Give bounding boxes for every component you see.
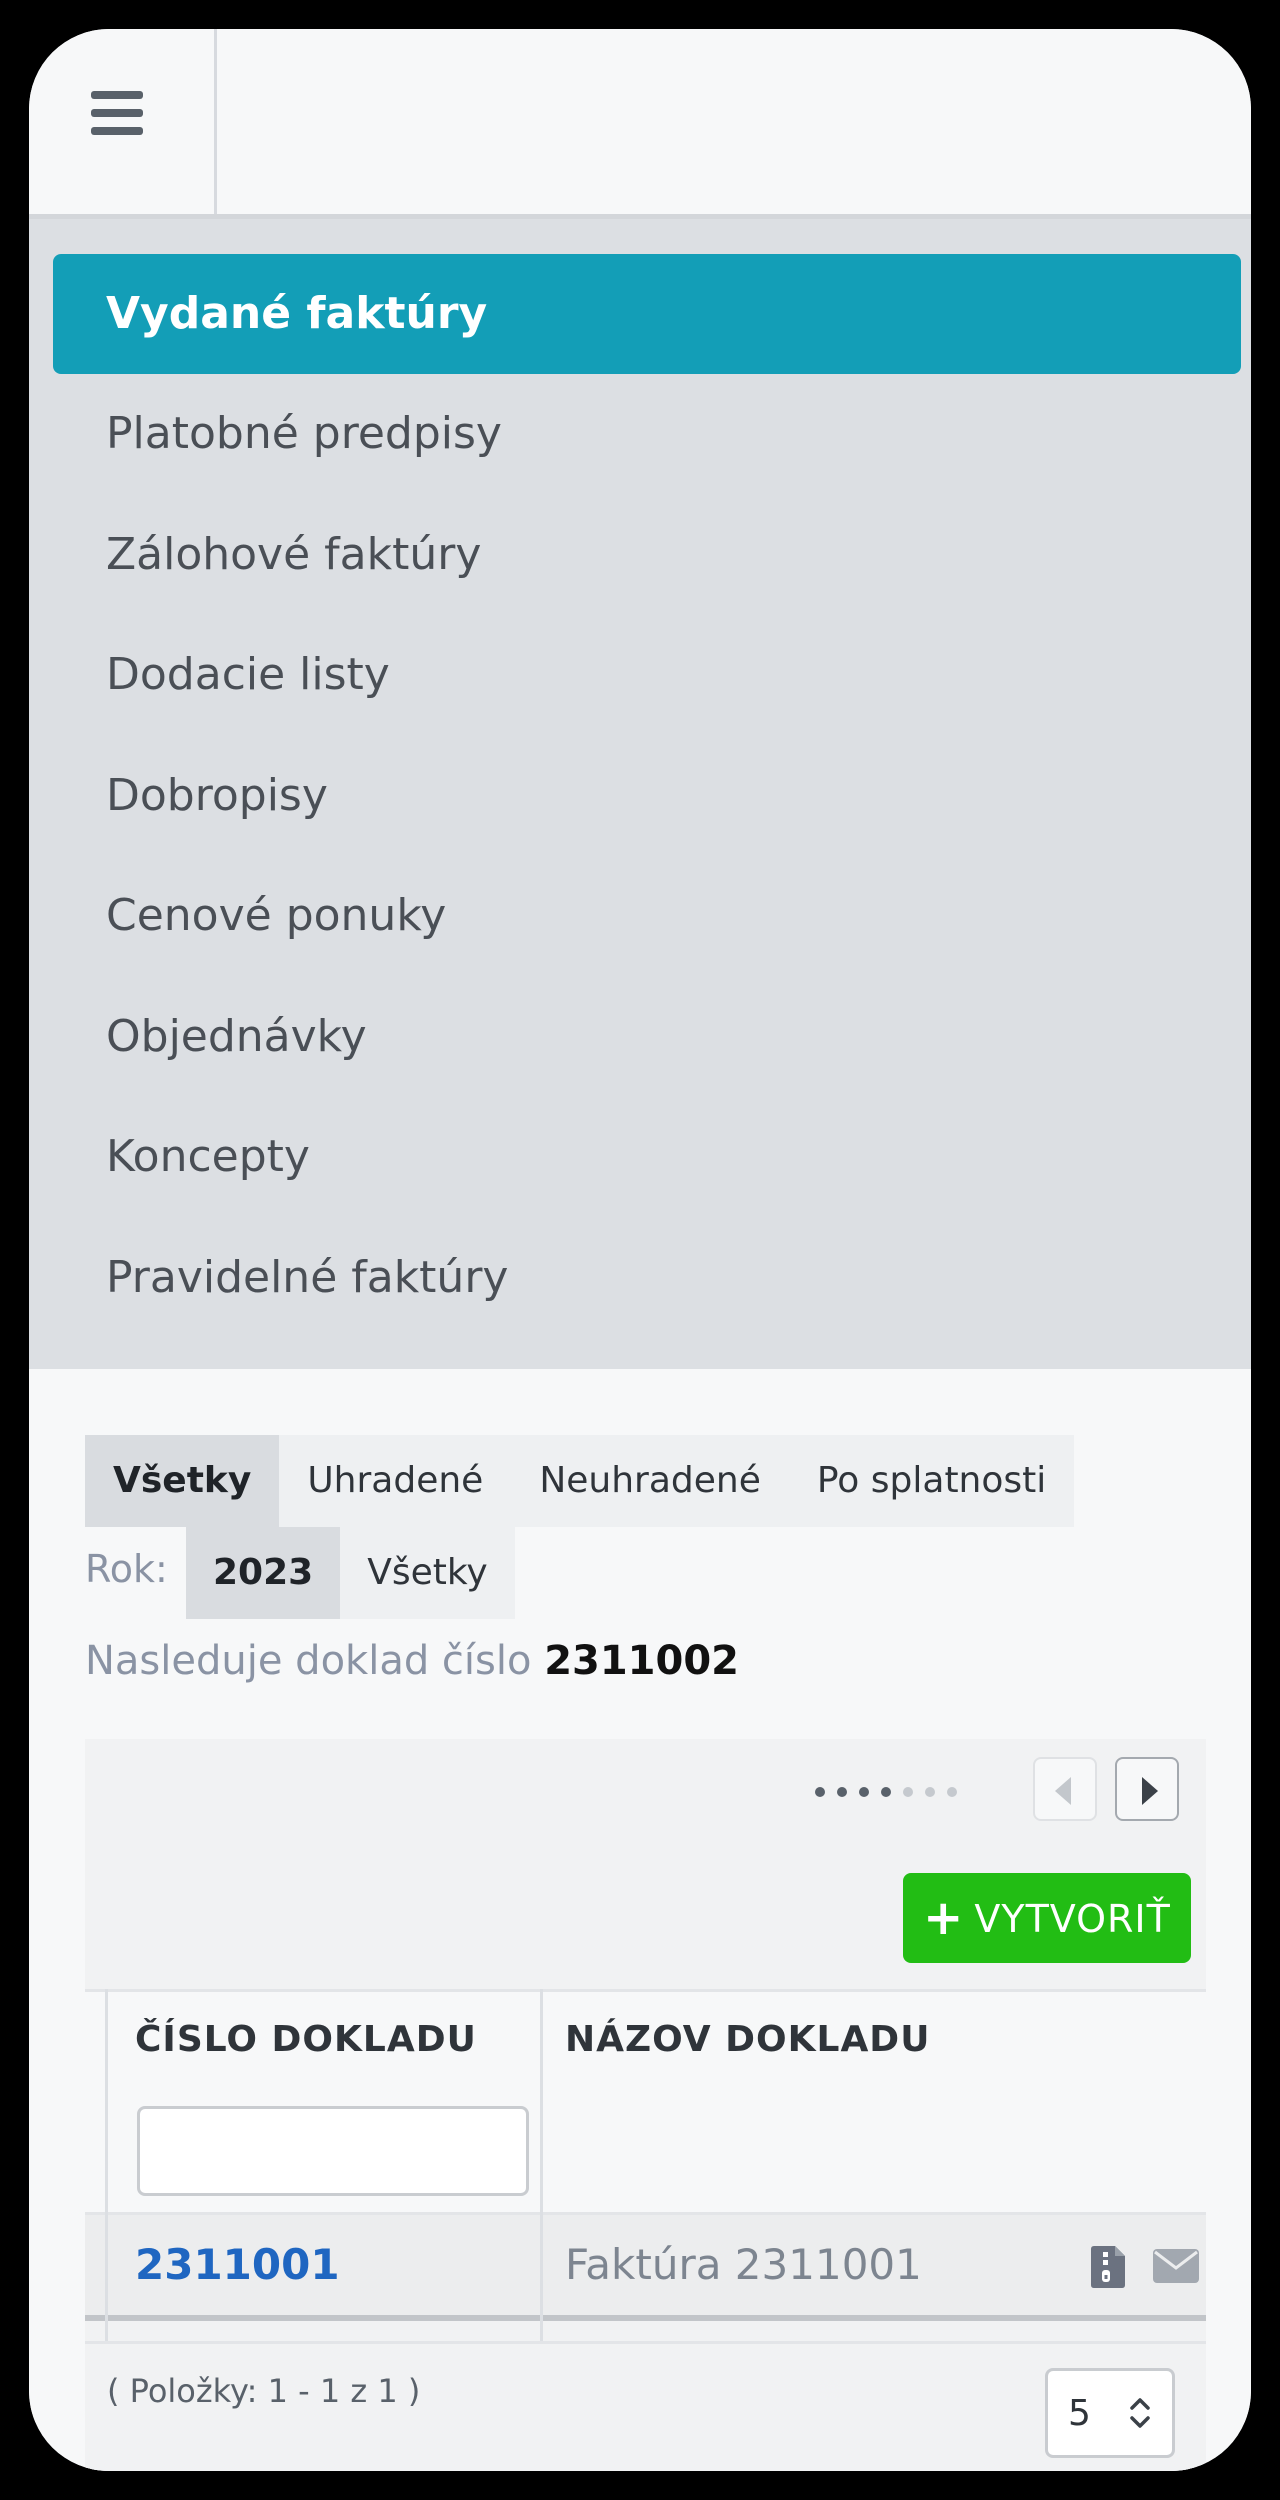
scroll-right-button[interactable]	[1115, 1757, 1179, 1821]
caret-left-icon	[1055, 1777, 1071, 1805]
zip-file-icon[interactable]	[1091, 2246, 1125, 2288]
menu-item-platobne-predpisy[interactable]: Platobné predpisy	[53, 374, 1241, 494]
pagination-dots	[815, 1787, 957, 1797]
create-button-label: VYTVORIŤ	[974, 1897, 1171, 1941]
up-down-chevron-icon	[1130, 2398, 1150, 2428]
tab-vsetky[interactable]: Všetky	[85, 1435, 280, 1527]
documents-grid: + VYTVORIŤ ČÍSLO DOKLADU NÁZOV DOKLADU 23…	[85, 1739, 1206, 2471]
menu-item-zalohove-faktury[interactable]: Zálohové faktúry	[53, 495, 1241, 615]
app-screen: Vydané faktúry Platobné predpisy Zálohov…	[29, 29, 1251, 2471]
top-bar	[29, 29, 1251, 219]
main-content: Všetky Uhradené Neuhradené Po splatnosti…	[29, 1369, 1251, 2471]
table-filter-row	[85, 2088, 1206, 2215]
topbar-divider	[214, 29, 217, 214]
page-size-select[interactable]: 5	[1045, 2368, 1175, 2458]
year-label: Rok:	[85, 1547, 168, 1591]
device-frame: Vydané faktúry Platobné predpisy Zálohov…	[0, 0, 1280, 2500]
items-count: ( Položky: 1 - 1 z 1 )	[107, 2372, 421, 2410]
plus-icon: +	[923, 1890, 965, 1946]
next-document-info: Nasleduje doklad číslo 2311002	[85, 1621, 739, 1701]
document-number-link[interactable]: 2311001	[135, 2215, 340, 2315]
menu-item-dodacie-listy[interactable]: Dodacie listy	[53, 615, 1241, 735]
tab-year-2023[interactable]: 2023	[186, 1527, 341, 1619]
year-filter-tabs: 2023 Všetky	[186, 1527, 515, 1619]
menu-item-dobropisy[interactable]: Dobropisy	[53, 736, 1241, 856]
documents-table: ČÍSLO DOKLADU NÁZOV DOKLADU 2311001 Fakt…	[85, 1989, 1206, 2471]
document-name: Faktúra 2311001	[565, 2240, 922, 2289]
page-size-value: 5	[1068, 2393, 1091, 2434]
table-header: ČÍSLO DOKLADU NÁZOV DOKLADU	[85, 1989, 1206, 2091]
tab-po-splatnosti[interactable]: Po splatnosti	[789, 1435, 1074, 1527]
tab-year-all[interactable]: Všetky	[340, 1527, 515, 1619]
scroll-left-button[interactable]	[1033, 1757, 1097, 1821]
document-type-menu: Vydané faktúry Platobné predpisy Zálohov…	[29, 219, 1251, 1369]
menu-item-objednavky[interactable]: Objednávky	[53, 977, 1241, 1097]
next-document-prefix: Nasleduje doklad číslo	[85, 1638, 532, 1684]
next-document-number: 2311002	[544, 1638, 740, 1684]
menu-item-vydane-faktury[interactable]: Vydané faktúry	[53, 254, 1241, 374]
tab-uhradene[interactable]: Uhradené	[279, 1435, 511, 1527]
create-button[interactable]: + VYTVORIŤ	[903, 1873, 1191, 1963]
status-filter-tabs: Všetky Uhradené Neuhradené Po splatnosti	[85, 1435, 1075, 1527]
number-filter-input[interactable]	[137, 2106, 529, 2196]
tab-neuhradene[interactable]: Neuhradené	[511, 1435, 789, 1527]
caret-right-icon	[1142, 1777, 1158, 1805]
column-header-number[interactable]: ČÍSLO DOKLADU	[135, 1992, 477, 2088]
table-row[interactable]: 2311001 Faktúra 2311001	[85, 2215, 1206, 2321]
menu-item-cenove-ponuky[interactable]: Cenové ponuky	[53, 856, 1241, 976]
menu-item-pravidelne-faktury[interactable]: Pravidelné faktúry	[53, 1218, 1241, 1338]
hamburger-menu-icon[interactable]	[91, 91, 149, 135]
envelope-icon[interactable]	[1153, 2249, 1199, 2283]
grid-footer: ( Položky: 1 - 1 z 1 ) 5	[85, 2341, 1206, 2471]
column-header-name[interactable]: NÁZOV DOKLADU	[565, 1992, 930, 2088]
menu-item-koncepty[interactable]: Koncepty	[53, 1097, 1241, 1217]
